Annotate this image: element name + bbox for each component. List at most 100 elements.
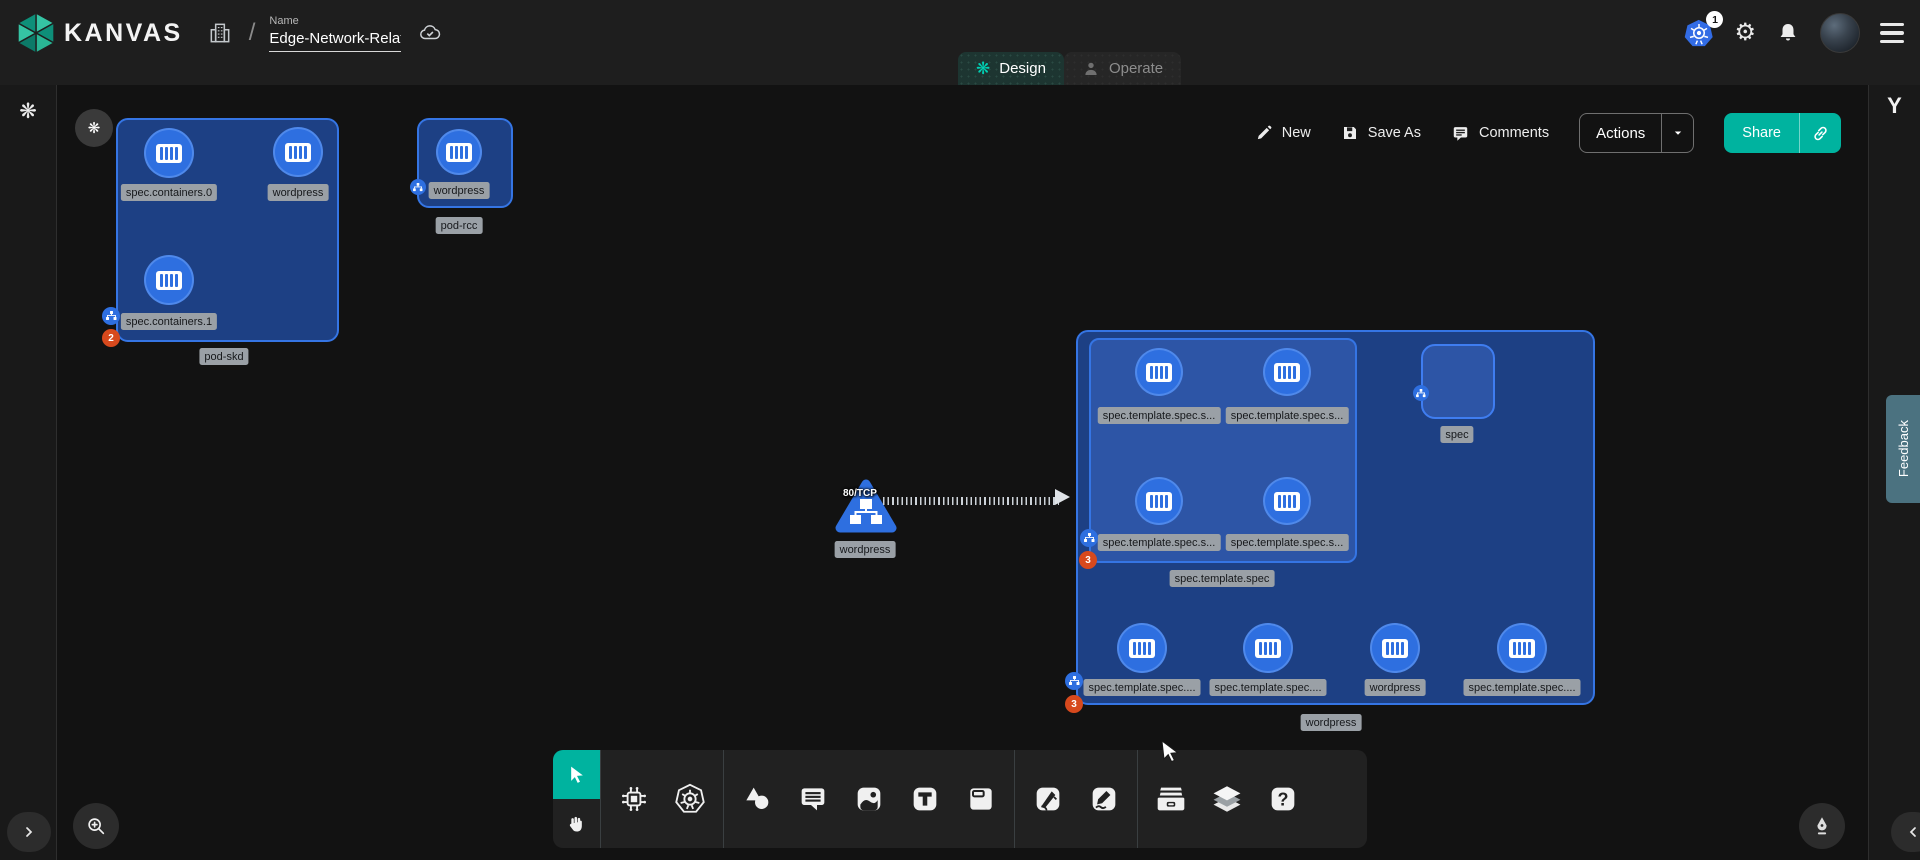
organization-icon[interactable] <box>207 20 233 46</box>
canvas-toolbar: ? <box>553 750 1367 848</box>
sticky-note-icon <box>965 783 997 815</box>
node-label: wordpress <box>835 541 896 558</box>
pod-badge-icon[interactable] <box>1413 385 1429 401</box>
settings-gear-icon[interactable]: ⚙ <box>1734 21 1756 45</box>
expand-left-panel-button[interactable] <box>7 812 51 852</box>
feedback-label: Feedback <box>1896 420 1911 477</box>
container-icon <box>1509 639 1535 658</box>
node-spec-containers-1[interactable] <box>144 255 194 305</box>
actions-split-button[interactable]: Actions <box>1579 113 1694 153</box>
integrations-tool-button[interactable] <box>611 769 657 829</box>
design-name-field: Name <box>269 15 401 52</box>
layers-tool-button[interactable] <box>1204 769 1250 829</box>
pen-nib-icon <box>1811 815 1833 837</box>
shapes-tool-button[interactable] <box>734 769 780 829</box>
group-label: wordpress <box>1301 714 1362 731</box>
comment-tool-button[interactable] <box>790 769 836 829</box>
container-icon <box>1274 363 1300 382</box>
kubernetes-tool-button[interactable] <box>667 769 713 829</box>
copy-link-button[interactable] <box>1799 113 1841 153</box>
error-count-badge[interactable]: 3 <box>1065 695 1083 713</box>
drawer-tool-button[interactable] <box>1148 769 1194 829</box>
pod-badge-icon[interactable] <box>410 179 426 195</box>
kubernetes-context-icon[interactable]: 1 <box>1684 18 1714 48</box>
container-icon <box>1146 363 1172 382</box>
node-template-container-2[interactable] <box>1135 477 1183 525</box>
pen-tool-button[interactable] <box>1025 769 1071 829</box>
pod-badge-icon[interactable] <box>102 307 120 325</box>
node-wordpress-container[interactable] <box>273 127 323 177</box>
design-canvas[interactable]: New Save As Comments Actions <box>57 85 1868 860</box>
save-as-button[interactable]: Save As <box>1341 124 1421 142</box>
freehand-draw-tool-button[interactable] <box>1081 769 1127 829</box>
text-tool-button[interactable] <box>902 769 948 829</box>
node-label: spec.template.spec.... <box>1464 679 1581 696</box>
node-spec[interactable] <box>1421 344 1495 419</box>
node-wordpress-service[interactable] <box>835 478 897 534</box>
cloud-saved-icon <box>417 21 443 45</box>
design-name-input[interactable] <box>269 28 401 52</box>
actions-button-label[interactable]: Actions <box>1580 114 1661 152</box>
tab-operate[interactable]: Operate <box>1064 52 1181 85</box>
pencil-scribble-icon <box>1088 783 1120 815</box>
zoom-button[interactable] <box>73 803 119 849</box>
node-bottom-3[interactable] <box>1497 623 1547 673</box>
breadcrumb-separator: / <box>249 19 256 47</box>
notifications-bell-icon[interactable] <box>1776 21 1800 45</box>
node-label: spec.containers.1 <box>121 313 217 330</box>
brand-wordmark: KANVAS <box>64 19 183 48</box>
error-count-badge[interactable]: 2 <box>102 329 120 347</box>
text-icon <box>909 783 941 815</box>
edge-service-to-deployment[interactable] <box>883 497 1059 505</box>
k8s-resource-badge-icon[interactable] <box>1065 672 1083 690</box>
container-icon <box>1255 639 1281 658</box>
container-icon <box>1382 639 1408 658</box>
node-template-container-1[interactable] <box>1263 348 1311 396</box>
feedback-tab[interactable]: Feedback <box>1886 395 1920 503</box>
node-spec-containers-0[interactable] <box>144 128 194 178</box>
comment-icon <box>797 783 829 815</box>
help-tool-button[interactable]: ? <box>1260 769 1306 829</box>
shapes-icon <box>741 783 773 815</box>
comments-button[interactable]: Comments <box>1451 124 1549 143</box>
kubernetes-count-badge: 1 <box>1706 11 1723 28</box>
meshery-spiral-icon[interactable]: ❋ <box>19 99 37 124</box>
hamburger-menu-icon[interactable] <box>1880 23 1904 43</box>
select-tool-button[interactable] <box>553 750 600 799</box>
actions-dropdown-caret[interactable] <box>1661 114 1693 152</box>
share-button-label[interactable]: Share <box>1724 113 1799 153</box>
annotate-pen-button[interactable] <box>1799 803 1845 849</box>
node-bottom-1[interactable] <box>1243 623 1293 673</box>
chip-icon <box>618 783 650 815</box>
node-bottom-0[interactable] <box>1117 623 1167 673</box>
container-icon <box>1129 639 1155 658</box>
container-icon <box>156 144 182 163</box>
error-count-badge[interactable]: 3 <box>1079 551 1097 569</box>
tab-design[interactable]: ❋ Design <box>958 52 1064 85</box>
node-wordpress-container-rcc[interactable] <box>436 129 482 175</box>
user-avatar[interactable] <box>1820 13 1860 53</box>
node-label: spec <box>1440 426 1473 443</box>
pod-badge-icon[interactable] <box>1080 529 1098 547</box>
node-template-container-3[interactable] <box>1263 477 1311 525</box>
group-spec-template-spec[interactable] <box>1089 338 1357 563</box>
hand-icon <box>567 814 587 834</box>
node-label: spec.containers.0 <box>121 184 217 201</box>
new-button[interactable]: New <box>1255 124 1311 142</box>
comments-button-label: Comments <box>1479 125 1549 141</box>
asterisk-button[interactable]: ❋ <box>75 109 113 147</box>
y-icon[interactable]: Y <box>1887 93 1902 119</box>
collapse-right-panel-button[interactable] <box>1891 812 1920 852</box>
image-tool-button[interactable] <box>846 769 892 829</box>
node-bottom-wordpress[interactable] <box>1370 623 1420 673</box>
share-split-button[interactable]: Share <box>1724 113 1841 153</box>
svg-text:?: ? <box>1278 790 1289 810</box>
container-icon <box>446 143 472 162</box>
pan-tool-button[interactable] <box>553 799 600 848</box>
magnifier-plus-icon <box>85 815 107 837</box>
node-template-container-0[interactable] <box>1135 348 1183 396</box>
pencil-icon <box>1255 124 1273 142</box>
operate-tab-label: Operate <box>1109 60 1163 77</box>
sticky-note-tool-button[interactable] <box>958 769 1004 829</box>
left-rail: ❋ <box>0 85 57 860</box>
